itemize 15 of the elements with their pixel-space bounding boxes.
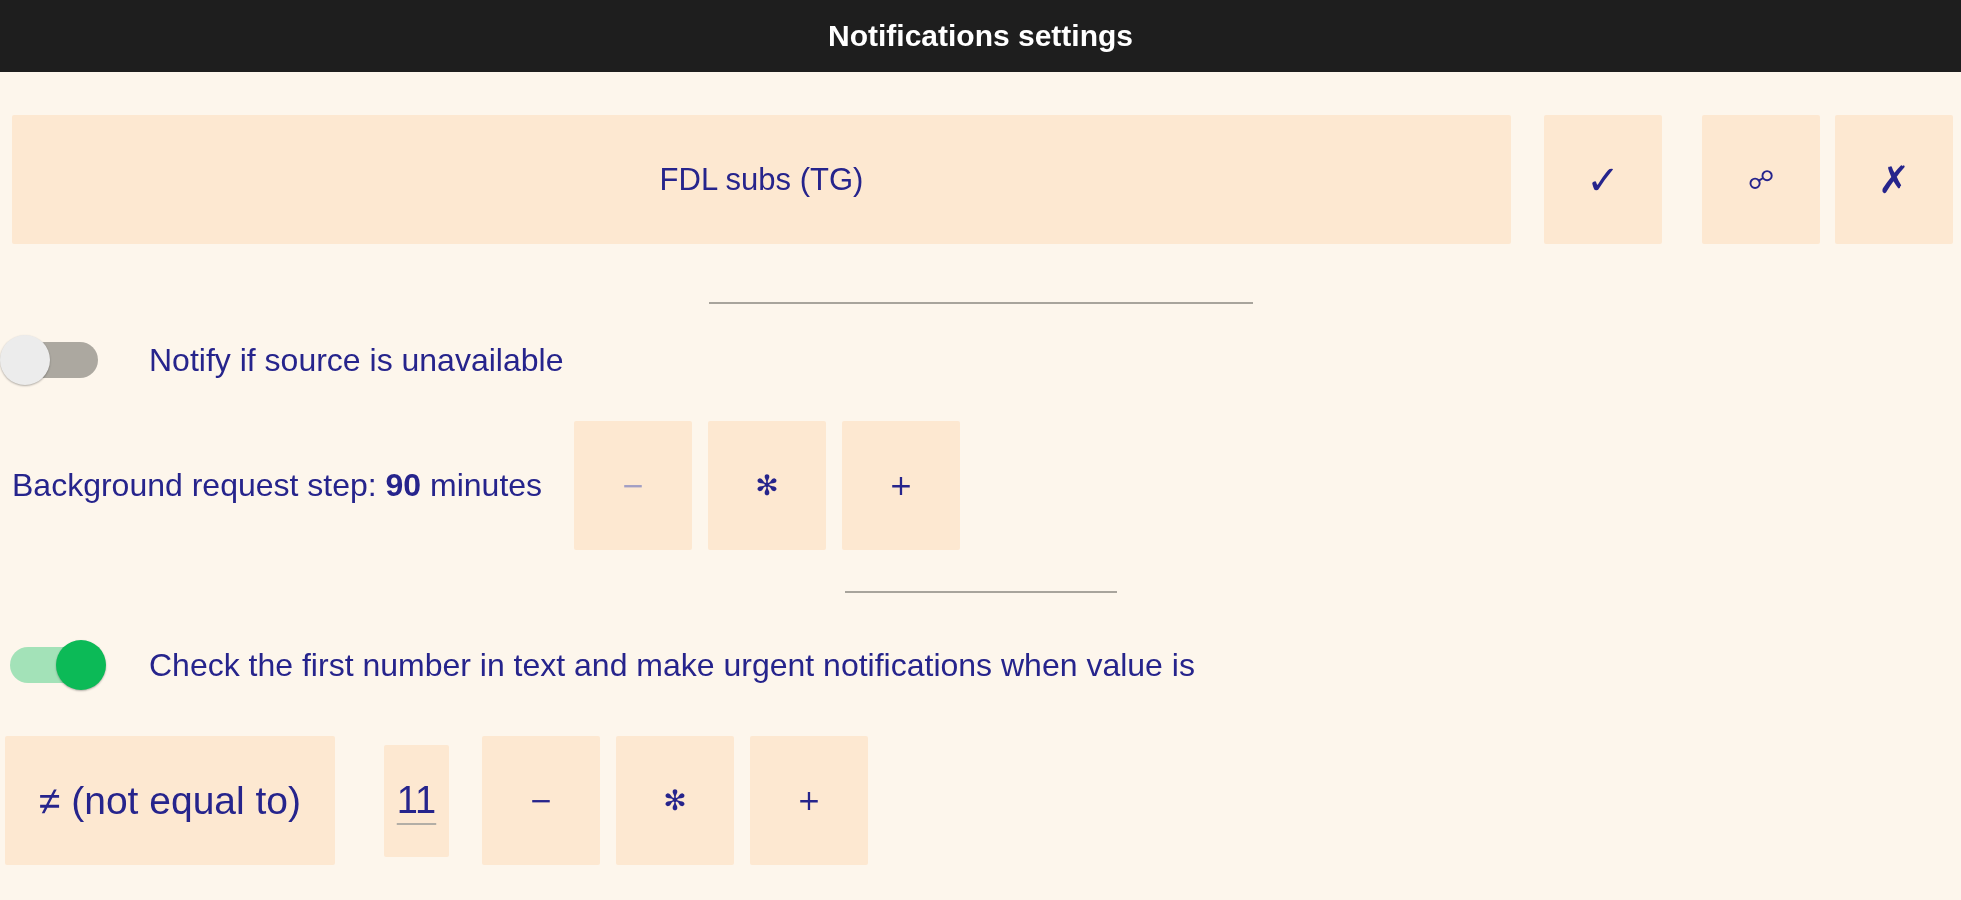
window-title: Notifications settings (828, 19, 1133, 53)
setting-label: Notify if source is unavailable (149, 341, 564, 379)
value-field[interactable]: 11 (384, 744, 449, 857)
plus-button[interactable]: + (750, 736, 868, 865)
operator-button[interactable]: ≠ (not equal to) (5, 736, 335, 865)
asterisk-button[interactable]: ✻ (708, 421, 827, 550)
cancel-button[interactable]: ✗ (1835, 115, 1953, 244)
setting-label: Check the first number in text and make urgent notifications when value is (149, 646, 1195, 684)
setting-label: Background request step: 90 minutes (12, 467, 543, 504)
asterisk-button[interactable]: ✻ (616, 736, 734, 865)
source-name-button[interactable]: FDL subs (TG) (12, 115, 1511, 244)
link-button[interactable]: ☍ (1702, 115, 1820, 244)
plus-button[interactable]: + (842, 421, 961, 550)
confirm-button[interactable]: ✓ (1544, 115, 1662, 244)
minus-button[interactable]: − (482, 736, 600, 865)
